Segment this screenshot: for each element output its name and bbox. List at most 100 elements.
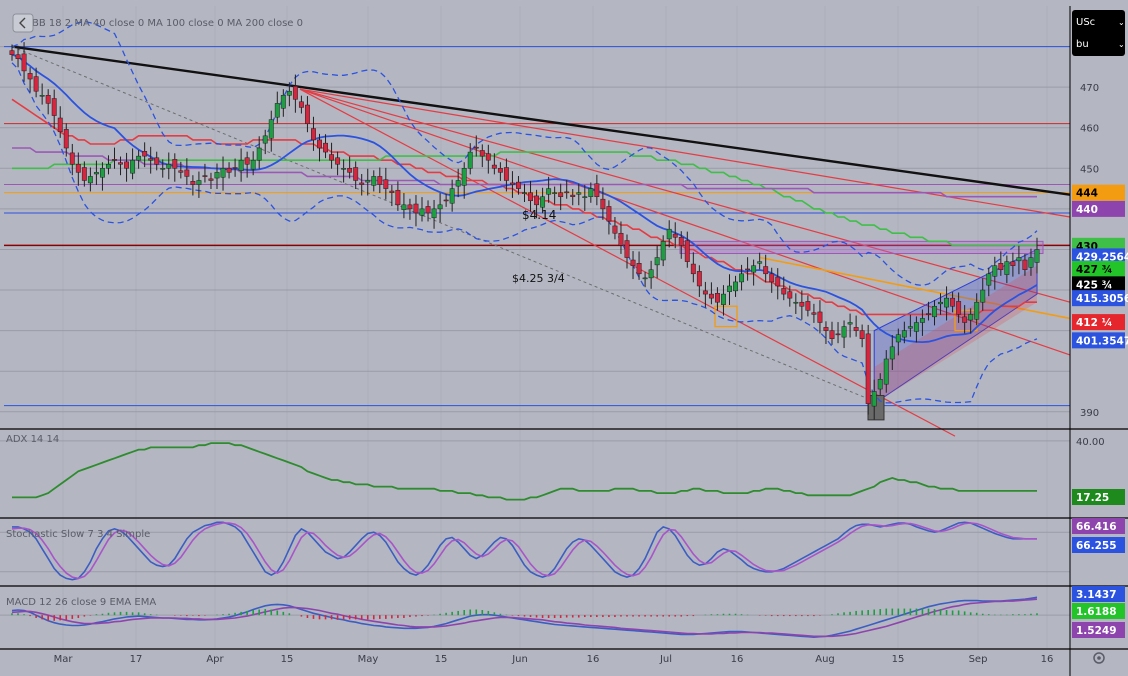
time-tick-label[interactable]: Jun [511,654,528,665]
candle-body [757,261,763,264]
candle-body [654,257,660,266]
candle-body [93,172,99,175]
candle-body [793,301,799,304]
price-label-text: 440 [1076,204,1098,216]
candle-body [648,269,654,279]
unit-label[interactable]: bu [1076,39,1089,50]
candle-body [962,316,968,323]
candle-body [21,53,27,72]
candle-body [268,119,274,139]
time-tick-label[interactable]: Aug [815,654,835,665]
candle-body [919,318,925,323]
candle-body [509,182,515,185]
stoch-legend[interactable]: Stochastic Slow 7 3 4 Simple [6,529,150,540]
candle-body [99,168,105,178]
candle-body [9,50,15,55]
candle-body [721,293,726,305]
candle-body [365,180,371,183]
price-label-text: 427 ¾ [1076,264,1113,276]
candle-body [528,192,533,202]
candle-body [112,159,117,161]
candle-body [335,157,341,165]
candle-body [763,266,769,275]
candle-body [81,167,87,181]
candle-body [630,259,636,266]
candle-body [262,135,268,144]
price-label-text: 412 ¼ [1076,317,1113,329]
candle-body [419,208,425,216]
candle-body [558,192,564,197]
time-tick-label[interactable]: Jul [659,654,672,665]
chart-canvas[interactable]: 39045046047048040.00444440430429.2564427… [0,0,1128,676]
candle-body [522,192,527,194]
candle-body [612,225,618,234]
candle-body [497,168,503,173]
time-tick-label[interactable]: May [358,654,379,665]
candle-body [485,153,491,161]
candle-body [455,180,461,187]
chevron-down-icon: ⌄ [1118,18,1125,27]
time-tick-label[interactable]: Mar [54,654,74,665]
indicator-value-text: 17.25 [1076,492,1109,504]
time-tick-label[interactable]: 16 [1041,654,1054,665]
candle-body [950,297,956,307]
candle-body [1004,261,1010,275]
candle-body [63,129,69,149]
candle-body [696,271,702,287]
time-tick-label[interactable]: 17 [130,654,143,665]
candle-body [130,159,136,174]
candle-body [27,73,33,80]
candle-body [154,157,160,165]
indicator-value-text: 66.416 [1076,521,1117,533]
collapse-button[interactable] [12,13,34,33]
candle-body [371,176,377,186]
candle-body [383,179,389,189]
time-tick-label[interactable]: 16 [731,654,744,665]
candle-body [600,198,606,210]
candle-body [618,232,624,246]
candle-body [516,181,521,189]
candle-body [823,327,829,331]
candle-body [1022,259,1028,270]
time-tick-label[interactable]: Apr [206,654,224,665]
candle-body [124,161,130,169]
candle-body [624,240,630,258]
indicator-value-text: 1.5249 [1076,625,1117,637]
candle-body [534,195,540,206]
candle-body [142,151,148,157]
time-tick-label[interactable]: 16 [587,654,600,665]
currency-label[interactable]: USc [1076,17,1095,28]
price-label-text: 444 [1076,188,1098,200]
time-tick-label[interactable]: 15 [435,654,448,665]
price-tick-label: 460 [1080,124,1099,135]
candle-body [660,241,666,261]
candle-body [304,104,310,124]
candle-body [51,98,57,116]
macd-legend[interactable]: MACD 12 26 close 9 EMA EMA [6,597,156,608]
indicator-value-text: 66.255 [1076,540,1117,552]
candle-body [576,192,582,195]
candle-body [250,159,256,170]
time-tick-label[interactable]: 15 [281,654,294,665]
adx-legend[interactable]: ADX 14 14 [6,434,59,445]
candle-body [799,301,805,307]
candle-body [901,330,907,338]
time-tick-label[interactable]: 15 [892,654,905,665]
time-tick-label[interactable]: Sep [969,654,988,665]
candle-body [956,301,962,315]
candle-body [702,290,708,295]
candle-body [582,196,588,198]
candle-body [998,263,1004,270]
annotation-414[interactable]: $4.14 [522,208,556,222]
candle-body [853,327,859,331]
candle-body [642,277,648,280]
candle-body [1028,257,1034,268]
candle-body [503,167,509,181]
candle-body [220,168,226,178]
candle-body [87,176,93,184]
main-legend[interactable]: BB 18 2 MA 40 close 0 MA 100 close 0 MA … [32,18,303,29]
candle-body [491,164,497,169]
candle-body [395,189,401,206]
candle-body [817,311,823,323]
annotation-425[interactable]: $4.25 3/4 [512,272,565,285]
